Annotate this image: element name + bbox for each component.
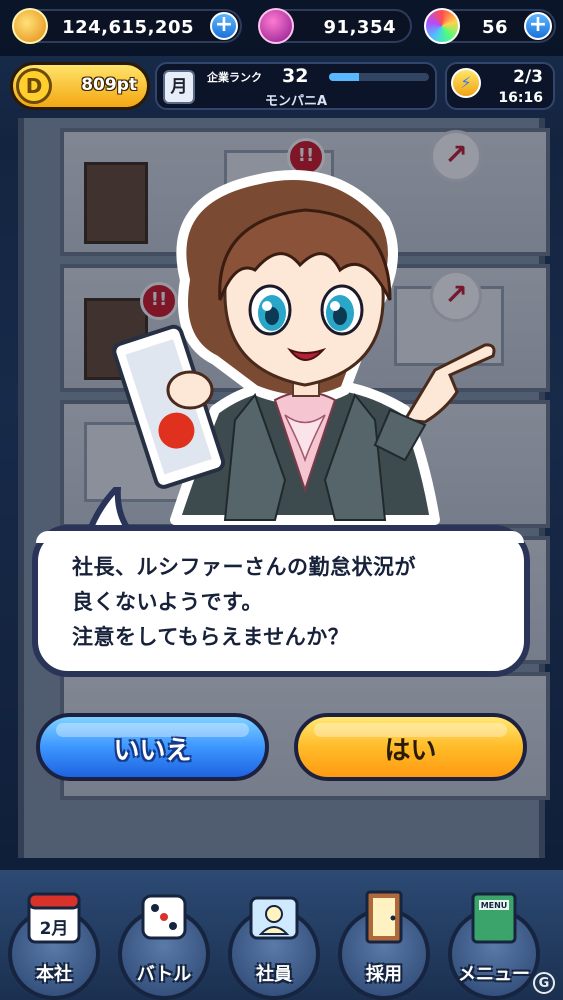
dice-icon [141,894,187,940]
menu-book-badge: MENU [481,901,508,910]
calendar-badge: 2月 [40,919,69,939]
secretary-character [112,170,496,525]
orb-counter: 56 + [424,8,556,44]
watermark-letter: G [538,976,550,991]
gem-icon [258,8,294,44]
nav-item-employees[interactable]: 社員 [228,896,320,1000]
nav-label: バトル [136,964,192,985]
energy-timer: 16:16 [498,90,543,106]
site-watermark: G [533,972,555,994]
gem-counter: 91,354 [258,8,412,44]
company-name: モンパニA [264,94,328,109]
door-icon [365,890,403,944]
points-value: 809pt [81,75,137,95]
resource-bar: 124,615,205 + 91,354 56 + [0,0,563,56]
company-rank-panel[interactable]: 月 企業ランク 32 モンパニA [155,62,437,110]
energy-panel[interactable]: ⚡ 2/3 16:16 [445,62,555,110]
energy-count: 2/3 [513,67,543,87]
nav-item-battle[interactable]: バトル [118,894,210,1000]
add-orbs-button[interactable]: + [524,12,552,40]
yes-button[interactable]: はい [294,713,527,781]
nav-item-recruit[interactable]: 採用 [338,890,430,1000]
bubble-tail-join [36,531,524,543]
nav-label: 本社 [36,964,72,985]
rank-progress-bar [329,73,429,81]
rainbow-orb-icon [424,8,460,44]
button-shine [56,723,249,737]
d-coin-icon: D [16,68,52,104]
coin-value: 124,615,205 [62,17,194,38]
nav-item-headquarters[interactable]: 2月 本社 [8,892,100,1000]
add-coins-button[interactable]: + [210,12,238,40]
dialog-line-3: 注意をしてもらえませんか？ [72,625,350,649]
nav-label: 社員 [256,964,292,985]
coin-icon [12,8,48,44]
calendar-icon: 2月 [27,892,81,944]
menu-book-icon: MENU [471,892,517,944]
orb-value: 56 [481,17,508,38]
dialog-line-1: 社長、ルシファーさんの勤怠状況が [72,555,416,579]
rank-value: 32 [282,65,309,87]
gem-value: 91,354 [323,17,396,38]
d-coin-letter: D [25,74,43,98]
nav-label: 採用 [366,964,402,985]
dialog-bubble: 社長、ルシファーさんの勤怠状況が 良くないようです。 注意をしてもらえませんか？ [32,525,530,677]
game-screen: !! !! ↗ ↗ 124,615,205 + 91,354 56 + D 80… [0,0,563,1000]
rank-label: 企業ランク [207,71,262,84]
nav-item-menu[interactable]: MENU メニュー [448,892,540,1000]
coin-counter: 124,615,205 + [12,8,242,44]
button-shine [314,723,507,737]
points-counter[interactable]: D 809pt [10,62,150,110]
bottom-nav: 2月 本社 バトル 社員 採用 MENU メニュー G [0,870,563,1000]
lightning-icon: ⚡ [451,68,481,98]
employee-card-icon [249,896,299,940]
nav-label: メニュー [458,964,530,985]
dialog-line-2: 良くないようです。 [72,590,263,614]
rank-progress-fill [329,73,359,81]
no-button[interactable]: いいえ [36,713,269,781]
